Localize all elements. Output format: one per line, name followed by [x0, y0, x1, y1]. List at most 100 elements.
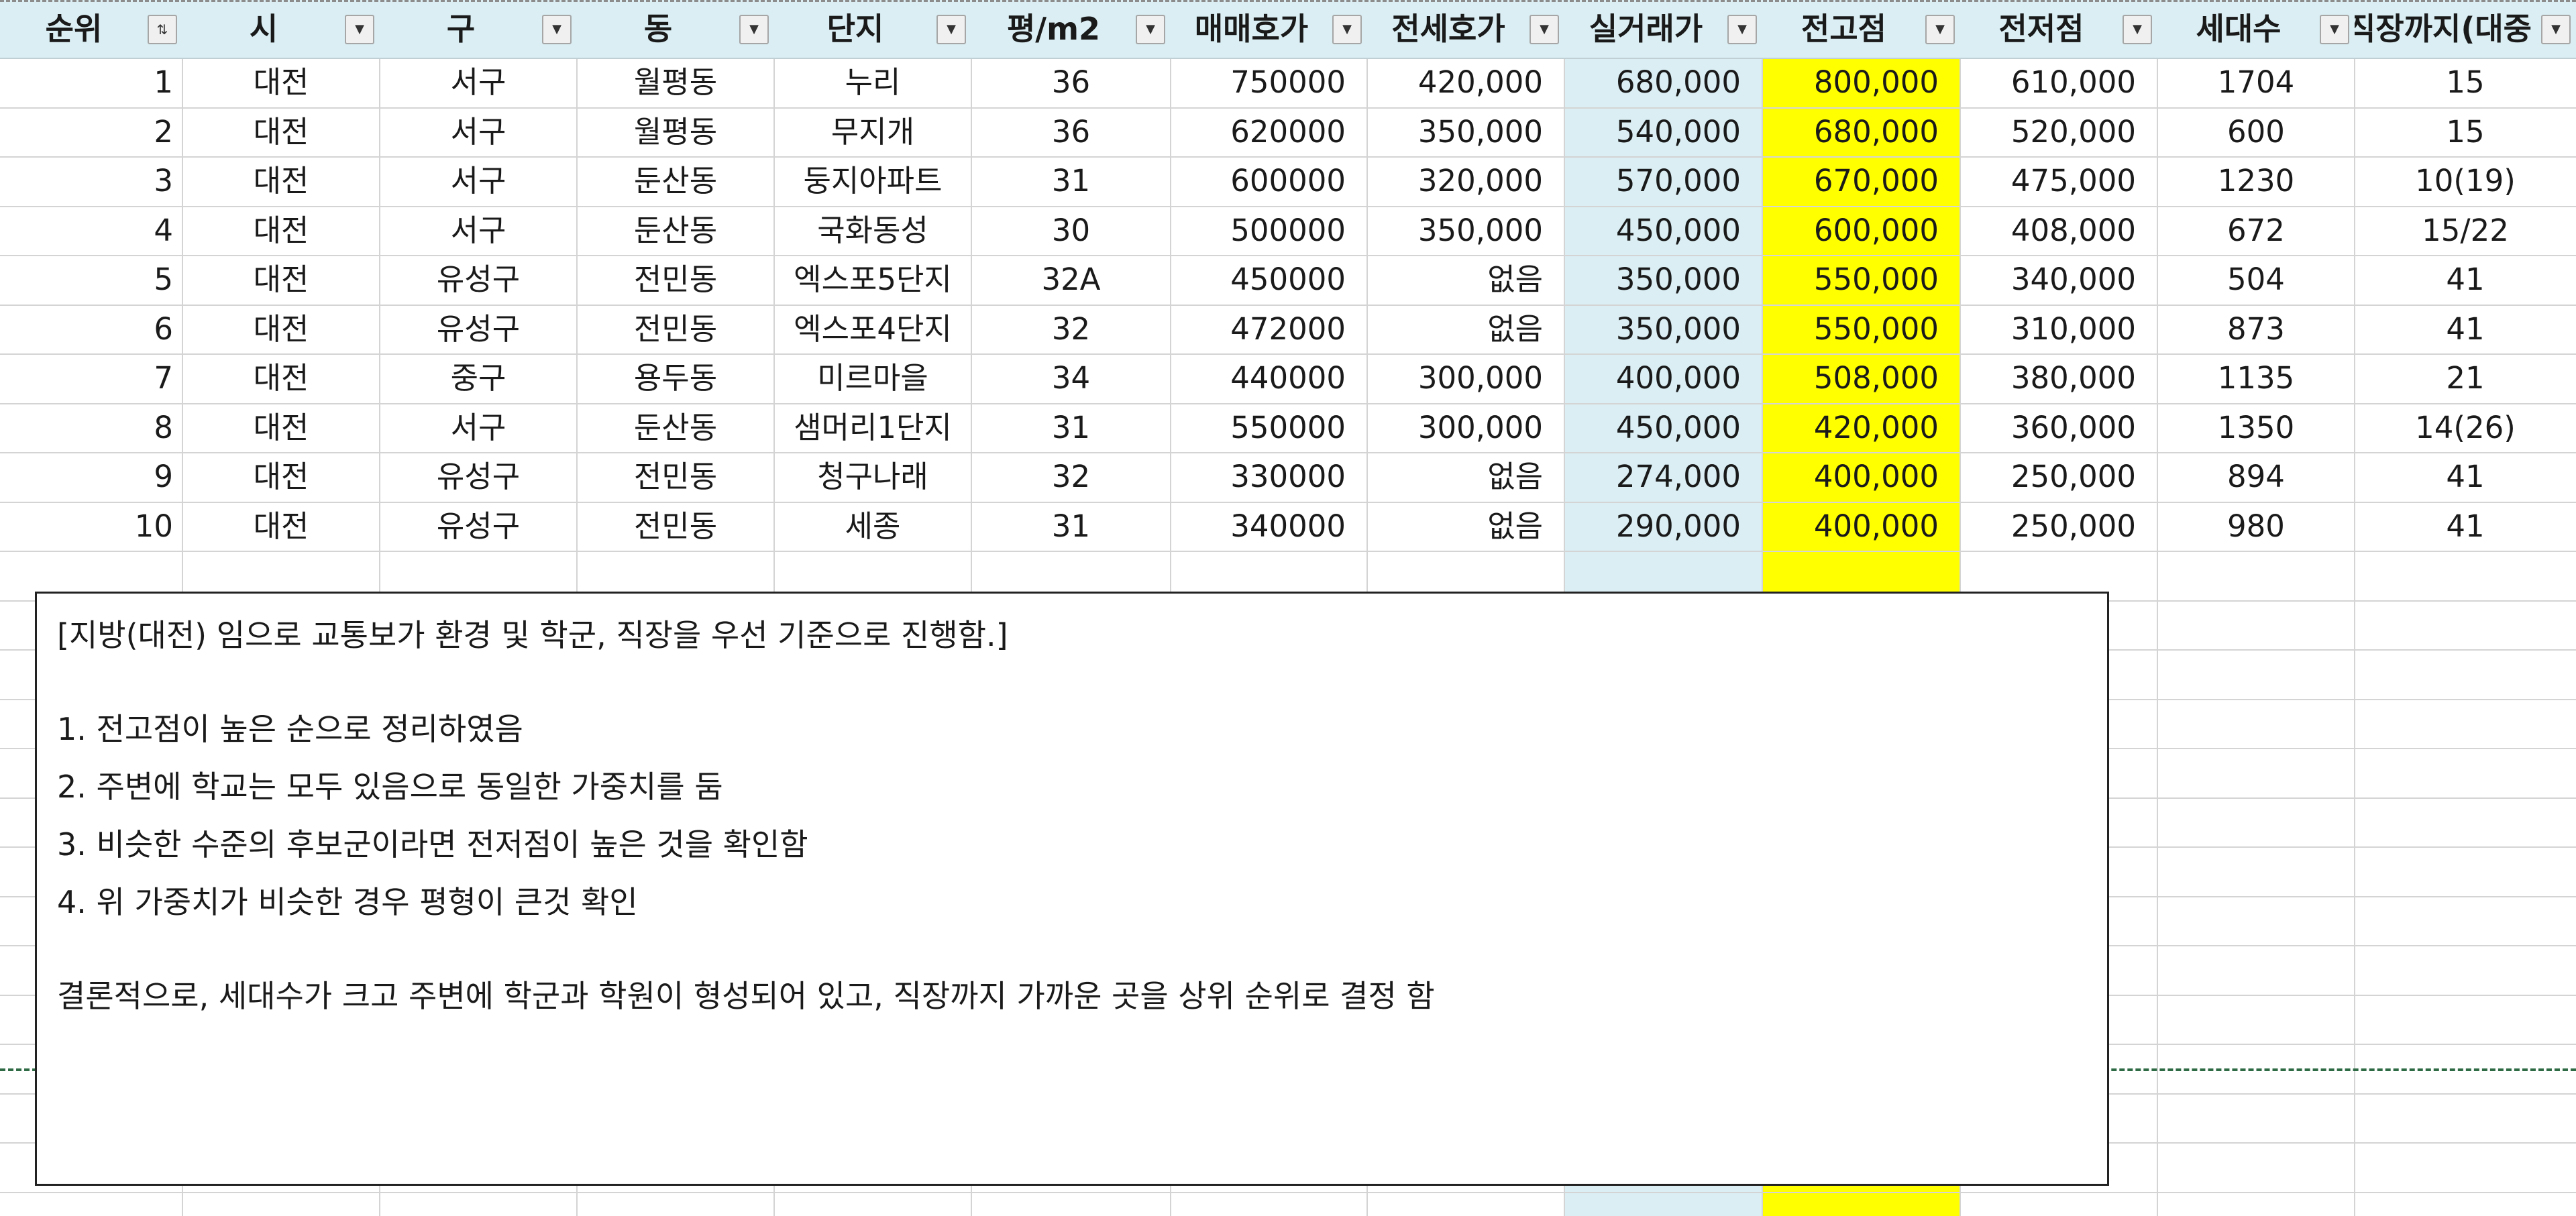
- cell-households[interactable]: 1135: [2157, 353, 2355, 402]
- filter-dropdown-icon[interactable]: ▼: [345, 15, 374, 44]
- cell-peak_price[interactable]: 508,000: [1762, 353, 1960, 402]
- cell-jeonse_ask[interactable]: 350,000: [1367, 206, 1564, 255]
- cell-district[interactable]: 유성구: [380, 502, 577, 551]
- cell-actual_trade[interactable]: 540,000: [1564, 107, 1762, 156]
- cell-city[interactable]: 대전: [182, 58, 380, 107]
- cell-jeonse_ask[interactable]: 없음: [1367, 305, 1564, 353]
- header-cell-dong[interactable]: 동 ▼: [577, 0, 774, 58]
- cell-commute[interactable]: 21: [2355, 353, 2576, 402]
- cell-district[interactable]: 서구: [380, 107, 577, 156]
- cell-dong[interactable]: 둔산동: [577, 403, 774, 452]
- cell-dong[interactable]: 전민동: [577, 305, 774, 353]
- filter-dropdown-icon[interactable]: ▼: [936, 15, 966, 44]
- cell-complex[interactable]: 누리: [774, 58, 971, 107]
- cell-commute[interactable]: 14(26): [2355, 403, 2576, 452]
- cell-peak_price[interactable]: 400,000: [1762, 452, 1960, 501]
- filter-dropdown-icon[interactable]: ▼: [1332, 15, 1362, 44]
- cell-households[interactable]: 1350: [2157, 403, 2355, 452]
- cell-low_price[interactable]: 520,000: [1960, 107, 2157, 156]
- cell-commute[interactable]: 15: [2355, 58, 2576, 107]
- cell-sale_ask[interactable]: 340000: [1171, 502, 1367, 551]
- cell-low_price[interactable]: 408,000: [1960, 206, 2157, 255]
- cell-dong[interactable]: 월평동: [577, 58, 774, 107]
- cell-size[interactable]: 32: [971, 305, 1171, 353]
- cell-jeonse_ask[interactable]: 420,000: [1367, 58, 1564, 107]
- cell-actual_trade[interactable]: 450,000: [1564, 403, 1762, 452]
- cell-households[interactable]: 600: [2157, 107, 2355, 156]
- cell-dong[interactable]: 전민동: [577, 255, 774, 304]
- cell-rank[interactable]: 6: [0, 305, 182, 353]
- cell-size[interactable]: 30: [971, 206, 1171, 255]
- cell-sale_ask[interactable]: 500000: [1171, 206, 1367, 255]
- header-cell-size[interactable]: 평/m2 ▼: [971, 0, 1171, 58]
- cell-actual_trade[interactable]: 680,000: [1564, 58, 1762, 107]
- cell-city[interactable]: 대전: [182, 305, 380, 353]
- header-cell-low_price[interactable]: 전저점 ▼: [1960, 0, 2157, 58]
- cell-rank[interactable]: 10: [0, 502, 182, 551]
- cell-peak_price[interactable]: 670,000: [1762, 156, 1960, 205]
- cell-low_price[interactable]: 310,000: [1960, 305, 2157, 353]
- cell-city[interactable]: 대전: [182, 452, 380, 501]
- cell-jeonse_ask[interactable]: 없음: [1367, 452, 1564, 501]
- cell-dong[interactable]: 월평동: [577, 107, 774, 156]
- cell-complex[interactable]: 청구나래: [774, 452, 971, 501]
- cell-households[interactable]: 1230: [2157, 156, 2355, 205]
- cell-low_price[interactable]: 250,000: [1960, 502, 2157, 551]
- cell-sale_ask[interactable]: 550000: [1171, 403, 1367, 452]
- cell-actual_trade[interactable]: 350,000: [1564, 255, 1762, 304]
- cell-jeonse_ask[interactable]: 320,000: [1367, 156, 1564, 205]
- filter-dropdown-icon[interactable]: ▼: [1529, 15, 1559, 44]
- cell-commute[interactable]: 15: [2355, 107, 2576, 156]
- cell-city[interactable]: 대전: [182, 156, 380, 205]
- cell-low_price[interactable]: 380,000: [1960, 353, 2157, 402]
- filter-dropdown-icon[interactable]: ▼: [2123, 15, 2152, 44]
- filter-dropdown-icon[interactable]: ▼: [1136, 15, 1165, 44]
- cell-rank[interactable]: 8: [0, 403, 182, 452]
- cell-district[interactable]: 유성구: [380, 305, 577, 353]
- cell-actual_trade[interactable]: 290,000: [1564, 502, 1762, 551]
- cell-rank[interactable]: 4: [0, 206, 182, 255]
- cell-peak_price[interactable]: 680,000: [1762, 107, 1960, 156]
- spreadsheet[interactable]: 순위 ⇅ 시 ▼ 구 ▼ 동 ▼ 단지 ▼ 평/m2 ▼ 매매호가 ▼ 전세호가 ▼ 실거래가 ▼ 전고점 ▼ 전저점 ▼…: [0, 0, 2576, 1216]
- cell-district[interactable]: 유성구: [380, 452, 577, 501]
- cell-households[interactable]: 873: [2157, 305, 2355, 353]
- filter-dropdown-icon[interactable]: ▼: [1727, 15, 1757, 44]
- cell-city[interactable]: 대전: [182, 353, 380, 402]
- cell-district[interactable]: 서구: [380, 58, 577, 107]
- cell-rank[interactable]: 9: [0, 452, 182, 501]
- filter-dropdown-icon[interactable]: ▼: [542, 15, 572, 44]
- filter-dropdown-icon[interactable]: ▼: [739, 15, 769, 44]
- cell-rank[interactable]: 1: [0, 58, 182, 107]
- header-cell-complex[interactable]: 단지 ▼: [774, 0, 971, 58]
- cell-dong[interactable]: 둔산동: [577, 156, 774, 205]
- cell-low_price[interactable]: 360,000: [1960, 403, 2157, 452]
- cell-sale_ask[interactable]: 472000: [1171, 305, 1367, 353]
- filter-dropdown-icon[interactable]: ▼: [2541, 15, 2571, 44]
- cell-rank[interactable]: 7: [0, 353, 182, 402]
- cell-sale_ask[interactable]: 330000: [1171, 452, 1367, 501]
- cell-district[interactable]: 서구: [380, 403, 577, 452]
- cell-peak_price[interactable]: 420,000: [1762, 403, 1960, 452]
- cell-actual_trade[interactable]: 570,000: [1564, 156, 1762, 205]
- cell-complex[interactable]: 샘머리1단지: [774, 403, 971, 452]
- header-cell-sale_ask[interactable]: 매매호가 ▼: [1171, 0, 1367, 58]
- cell-sale_ask[interactable]: 440000: [1171, 353, 1367, 402]
- cell-peak_price[interactable]: 600,000: [1762, 206, 1960, 255]
- cell-dong[interactable]: 전민동: [577, 452, 774, 501]
- cell-low_price[interactable]: 250,000: [1960, 452, 2157, 501]
- cell-sale_ask[interactable]: 600000: [1171, 156, 1367, 205]
- cell-peak_price[interactable]: 800,000: [1762, 58, 1960, 107]
- cell-size[interactable]: 32A: [971, 255, 1171, 304]
- cell-complex[interactable]: 엑스포5단지: [774, 255, 971, 304]
- cell-dong[interactable]: 전민동: [577, 502, 774, 551]
- notes-textbox[interactable]: [지방(대전) 임으로 교통보가 환경 및 학군, 직장을 우선 기준으로 진행…: [35, 592, 2109, 1186]
- cell-city[interactable]: 대전: [182, 403, 380, 452]
- cell-households[interactable]: 980: [2157, 502, 2355, 551]
- cell-city[interactable]: 대전: [182, 502, 380, 551]
- cell-rank[interactable]: 2: [0, 107, 182, 156]
- cell-actual_trade[interactable]: 450,000: [1564, 206, 1762, 255]
- cell-district[interactable]: 서구: [380, 156, 577, 205]
- cell-district[interactable]: 중구: [380, 353, 577, 402]
- header-cell-rank[interactable]: 순위 ⇅: [0, 0, 182, 58]
- cell-commute[interactable]: 41: [2355, 255, 2576, 304]
